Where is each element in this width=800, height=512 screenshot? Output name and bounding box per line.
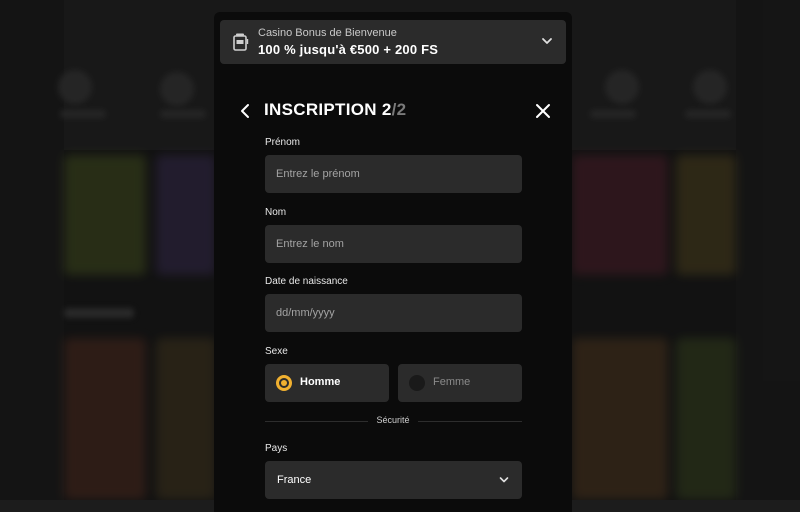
birth-date-label: Date de naissance — [265, 276, 348, 287]
last-name-label: Nom — [265, 207, 287, 218]
radio-selected-icon — [276, 375, 292, 391]
first-name-label: Prénom — [265, 137, 301, 148]
security-section-title: Sécurité — [214, 415, 572, 425]
birth-date-input[interactable] — [265, 294, 522, 332]
chevron-down-icon — [499, 477, 509, 483]
country-select[interactable]: France — [265, 461, 522, 499]
chevron-down-icon[interactable] — [540, 34, 554, 48]
bonus-subtitle: Casino Bonus de Bienvenue — [258, 27, 397, 39]
page-title-step: INSCRIPTION 2 — [264, 100, 392, 119]
first-name-input[interactable] — [265, 155, 522, 193]
gender-label: Sexe — [265, 346, 288, 357]
gender-option-label: Femme — [433, 376, 471, 388]
country-label: Pays — [265, 443, 288, 454]
bonus-offer: 100 % jusqu'à €500 + 200 FS — [258, 42, 439, 57]
page-title: INSCRIPTION 2/2 — [264, 100, 406, 120]
country-value: France — [277, 474, 312, 486]
registration-modal: Casino Bonus de Bienvenue 100 % jusqu'à … — [214, 12, 572, 512]
gender-option-female[interactable]: Femme — [398, 364, 522, 402]
step-total: /2 — [391, 100, 407, 119]
arrow-left-icon[interactable] — [238, 102, 254, 120]
welcome-bonus-dropdown[interactable]: Casino Bonus de Bienvenue 100 % jusqu'à … — [220, 20, 566, 64]
security-section-label: Sécurité — [368, 415, 418, 425]
radio-unselected-icon — [409, 375, 425, 391]
gender-option-label: Homme — [300, 376, 341, 388]
close-icon[interactable] — [534, 102, 552, 120]
gender-option-male[interactable]: Homme — [265, 364, 389, 402]
last-name-input[interactable] — [265, 225, 522, 263]
slot-machine-icon — [233, 33, 249, 51]
